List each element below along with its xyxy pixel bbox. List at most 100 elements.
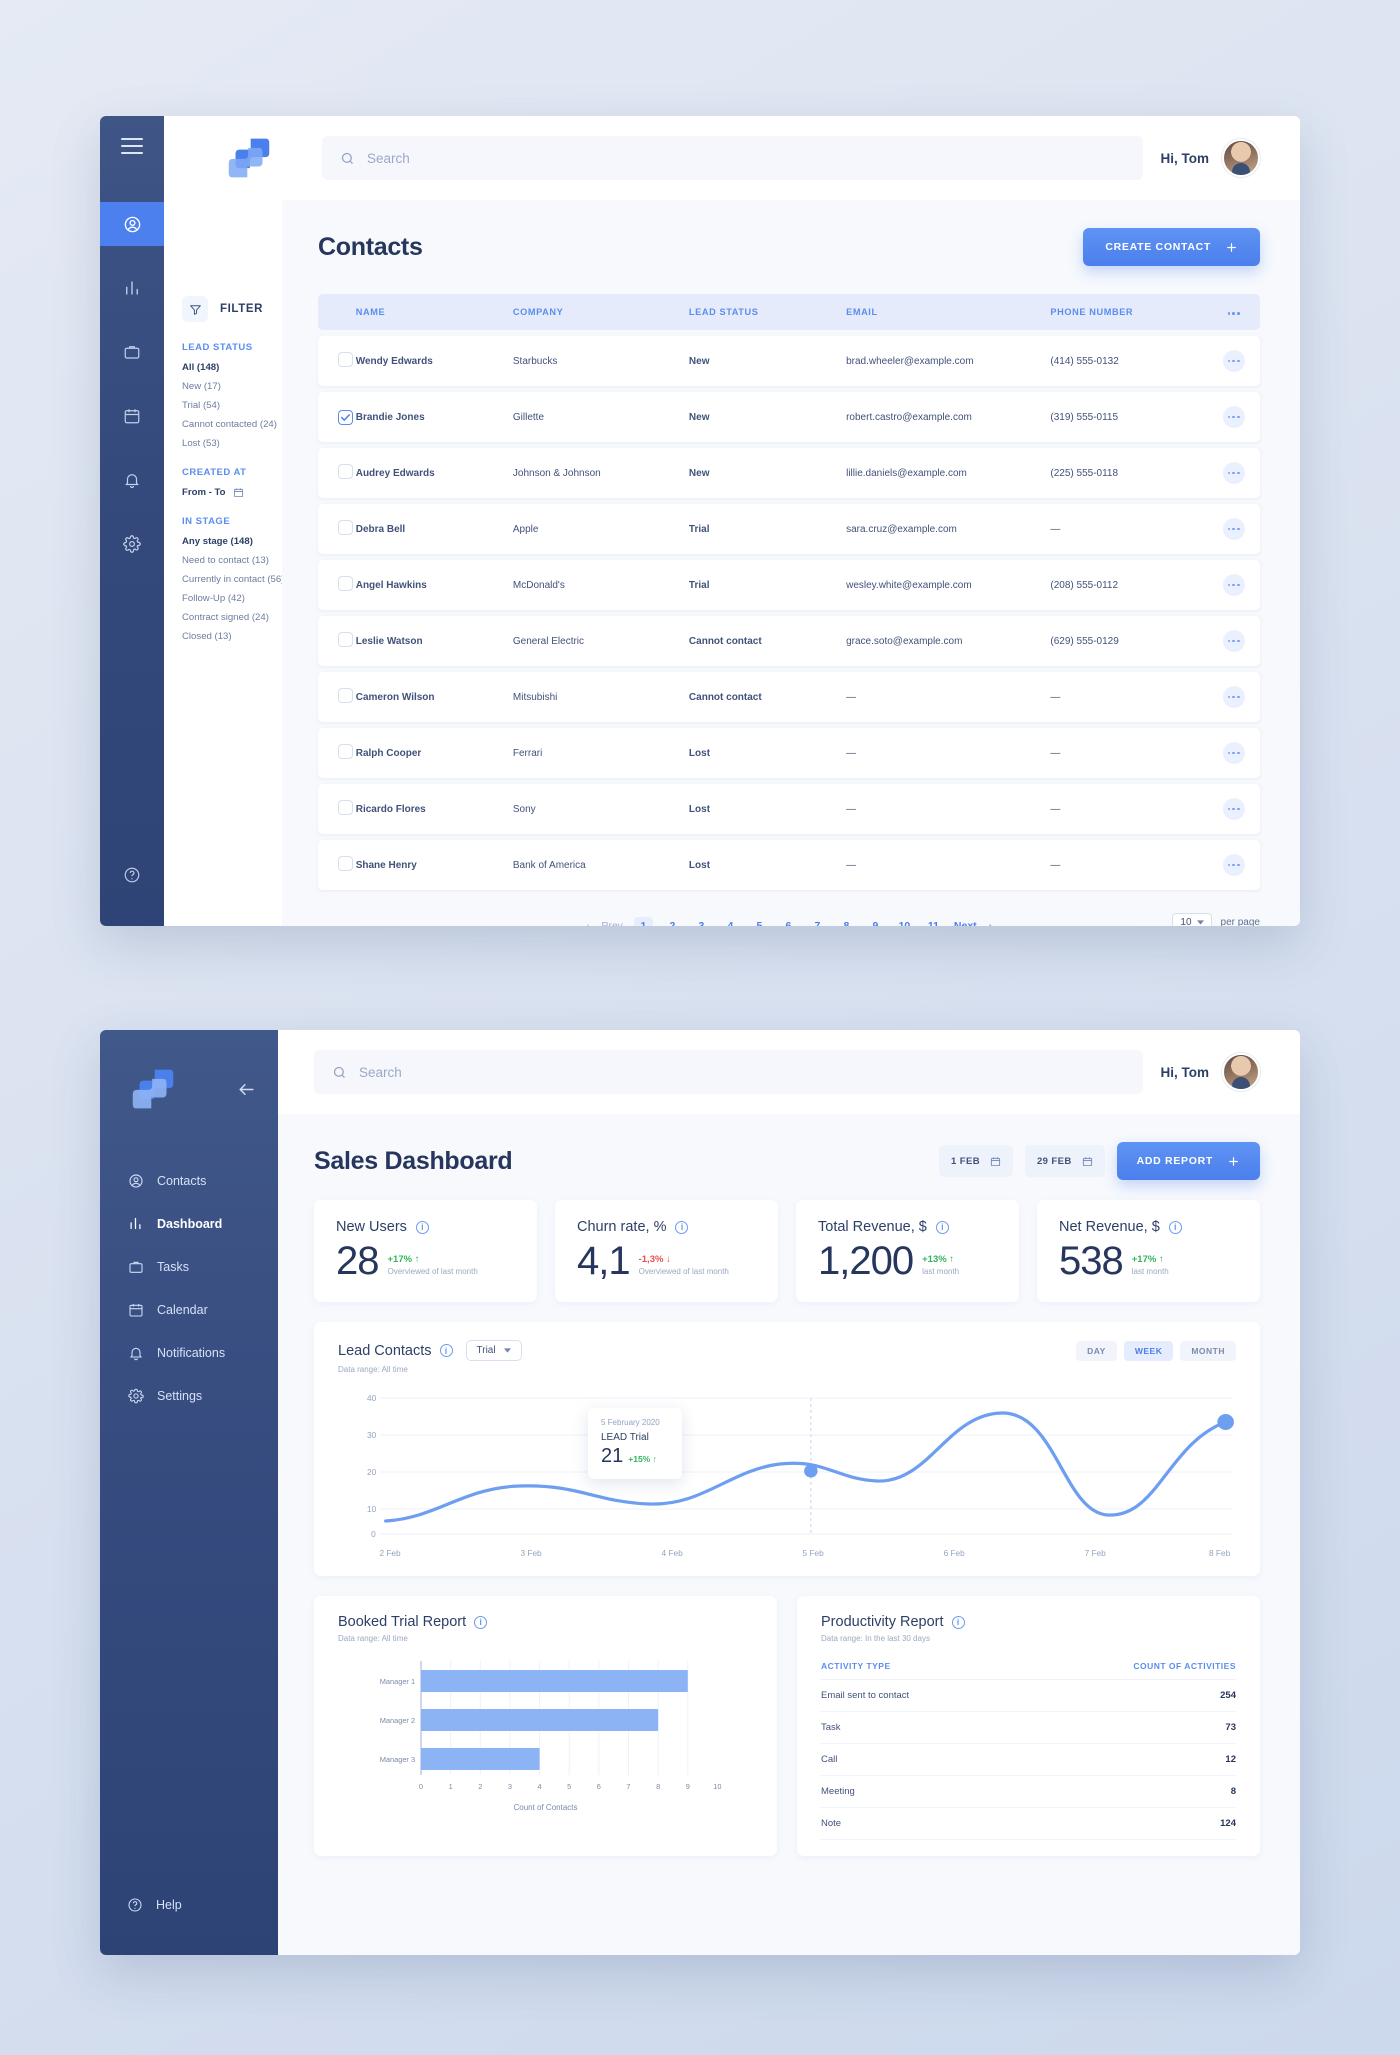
- sidebar-item-settings[interactable]: Settings: [100, 1377, 278, 1414]
- cell-actions[interactable]: [1208, 784, 1260, 834]
- menu-toggle-icon[interactable]: [121, 138, 143, 154]
- row-select-cell[interactable]: [318, 784, 356, 834]
- table-row[interactable]: Leslie Watson General Electric Cannot co…: [318, 616, 1260, 666]
- row-select-cell[interactable]: [318, 840, 356, 890]
- col-company[interactable]: COMPANY: [512, 294, 689, 330]
- date-range-picker[interactable]: From - To: [182, 487, 282, 498]
- create-contact-button[interactable]: CREATE CONTACT: [1083, 228, 1260, 266]
- row-more-icon[interactable]: [1222, 686, 1245, 708]
- filter-option[interactable]: Contract signed (24): [182, 612, 282, 623]
- per-page-select[interactable]: 10: [1172, 913, 1212, 926]
- row-select-cell[interactable]: [318, 392, 356, 442]
- col-email[interactable]: EMAIL: [846, 294, 1051, 330]
- row-select-cell[interactable]: [318, 504, 356, 554]
- filter-option[interactable]: All (148): [182, 362, 282, 373]
- page-number[interactable]: 5: [750, 917, 769, 926]
- sidebar-item-calendar[interactable]: [100, 394, 164, 438]
- page-number[interactable]: 7: [808, 917, 827, 926]
- cell-actions[interactable]: [1208, 392, 1260, 442]
- lead-type-select[interactable]: Trial: [465, 1340, 522, 1361]
- row-checkbox[interactable]: [338, 352, 353, 367]
- granularity-day[interactable]: DAY: [1076, 1340, 1117, 1361]
- avatar[interactable]: [1222, 1053, 1260, 1091]
- filter-option[interactable]: Cannot contacted (24): [182, 419, 282, 430]
- row-checkbox[interactable]: [338, 800, 353, 815]
- info-icon[interactable]: i: [675, 1220, 689, 1234]
- row-select-cell[interactable]: [318, 672, 356, 722]
- filter-option[interactable]: New (17): [182, 381, 282, 392]
- sidebar-help[interactable]: Help: [100, 1897, 278, 1913]
- page-number[interactable]: 11: [924, 917, 943, 926]
- col-name[interactable]: NAME: [355, 294, 513, 330]
- sidebar-item-calendar[interactable]: Calendar: [100, 1291, 278, 1328]
- granularity-week[interactable]: WEEK: [1123, 1340, 1174, 1361]
- page-number[interactable]: 1: [633, 916, 653, 926]
- row-checkbox[interactable]: [338, 464, 353, 479]
- page-number[interactable]: 10: [895, 917, 914, 926]
- table-row[interactable]: Ricardo Flores Sony Lost — —: [318, 784, 1260, 834]
- table-row[interactable]: Brandie Jones Gillette New robert.castro…: [318, 392, 1260, 442]
- page-number[interactable]: 8: [837, 917, 856, 926]
- col-phone[interactable]: PHONE NUMBER: [1050, 294, 1208, 330]
- sidebar-item-settings[interactable]: [100, 522, 164, 566]
- table-row[interactable]: Debra Bell Apple Trial sara.cruz@example…: [318, 504, 1260, 554]
- table-row[interactable]: Wendy Edwards Starbucks New brad.wheeler…: [318, 336, 1260, 386]
- filter-option[interactable]: Any stage (148): [182, 536, 282, 547]
- filter-option[interactable]: Currently in contact (56): [182, 574, 284, 585]
- filter-option[interactable]: Need to contact (13): [182, 555, 282, 566]
- row-checkbox[interactable]: [338, 576, 353, 591]
- row-select-cell[interactable]: [318, 728, 356, 778]
- date-to-picker[interactable]: 29 FEB: [1024, 1145, 1105, 1177]
- row-select-cell[interactable]: [318, 616, 356, 666]
- search-input[interactable]: Search: [322, 136, 1143, 180]
- sidebar-item-tasks[interactable]: Tasks: [100, 1248, 278, 1285]
- cell-actions[interactable]: [1208, 504, 1260, 554]
- next-button[interactable]: Next: [954, 920, 977, 926]
- granularity-month[interactable]: MONTH: [1180, 1340, 1236, 1361]
- table-row[interactable]: Shane Henry Bank of America Lost — —: [318, 840, 1260, 890]
- filter-option[interactable]: Trial (54): [182, 400, 282, 411]
- prev-chevron-icon[interactable]: ‹: [586, 920, 590, 926]
- cell-actions[interactable]: [1208, 728, 1260, 778]
- sidebar-item-contacts[interactable]: [100, 202, 164, 246]
- page-number[interactable]: 4: [721, 917, 740, 926]
- info-icon[interactable]: i: [415, 1220, 429, 1234]
- row-checkbox[interactable]: [338, 409, 353, 425]
- info-icon[interactable]: i: [935, 1220, 949, 1234]
- row-checkbox[interactable]: [338, 688, 353, 703]
- row-more-icon[interactable]: [1222, 854, 1245, 876]
- row-more-icon[interactable]: [1222, 462, 1245, 484]
- row-select-cell[interactable]: [318, 448, 356, 498]
- row-more-icon[interactable]: [1222, 518, 1245, 540]
- row-select-cell[interactable]: [318, 560, 356, 610]
- collapse-sidebar-button[interactable]: [237, 1080, 256, 1099]
- sidebar-item-tasks[interactable]: [100, 330, 164, 374]
- row-checkbox[interactable]: [338, 744, 353, 759]
- cell-actions[interactable]: [1208, 448, 1260, 498]
- table-row[interactable]: Audrey Edwards Johnson & Johnson New lil…: [318, 448, 1260, 498]
- table-row[interactable]: Cameron Wilson Mitsubishi Cannot contact…: [318, 672, 1260, 722]
- table-row[interactable]: Angel Hawkins McDonald's Trial wesley.wh…: [318, 560, 1260, 610]
- page-number[interactable]: 3: [692, 917, 711, 926]
- filter-option[interactable]: Closed (13): [182, 631, 282, 642]
- cell-actions[interactable]: [1208, 616, 1260, 666]
- prev-button[interactable]: Prev: [601, 920, 623, 926]
- help-icon[interactable]: [100, 866, 164, 884]
- row-more-icon[interactable]: [1222, 406, 1245, 428]
- col-lead-status[interactable]: LEAD STATUS: [688, 294, 847, 330]
- row-more-icon[interactable]: [1222, 798, 1245, 820]
- sidebar-item-dashboard[interactable]: [100, 266, 164, 310]
- info-icon[interactable]: i: [439, 1344, 453, 1357]
- filter-option[interactable]: Lost (53): [182, 438, 282, 449]
- cell-actions[interactable]: [1208, 560, 1260, 610]
- sidebar-item-contacts[interactable]: Contacts: [100, 1162, 278, 1199]
- row-more-icon[interactable]: [1222, 350, 1245, 372]
- row-checkbox[interactable]: [338, 856, 353, 871]
- row-checkbox[interactable]: [338, 520, 353, 535]
- info-icon[interactable]: i: [1168, 1220, 1182, 1234]
- filter-option[interactable]: Follow-Up (42): [182, 593, 282, 604]
- row-checkbox[interactable]: [338, 632, 353, 647]
- avatar[interactable]: [1222, 139, 1260, 177]
- col-actions[interactable]: [1207, 294, 1260, 330]
- app-logo[interactable]: [126, 1062, 180, 1116]
